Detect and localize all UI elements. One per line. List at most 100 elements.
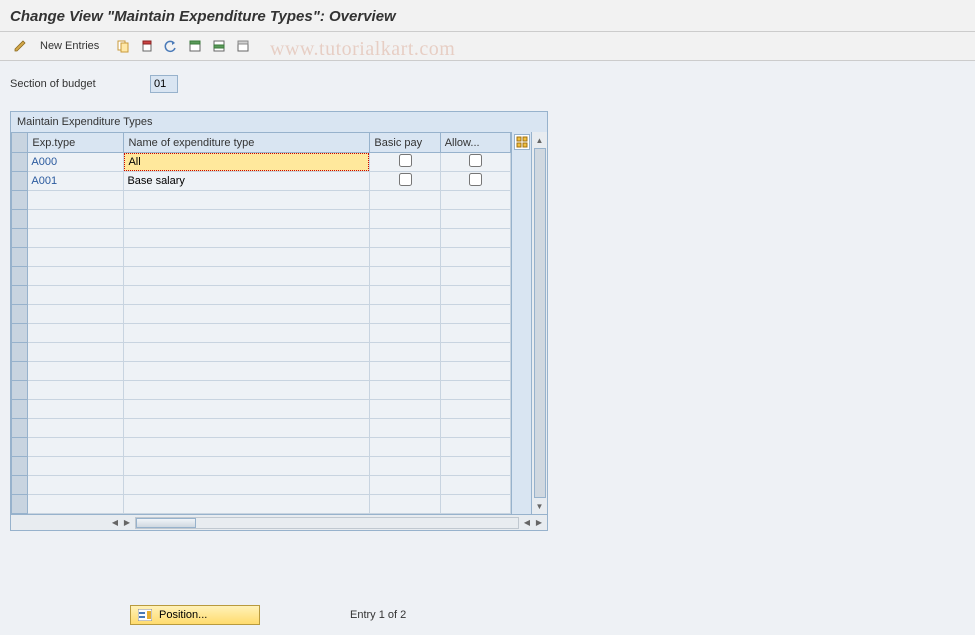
cell-empty[interactable] (28, 343, 124, 362)
cell-empty[interactable] (28, 495, 124, 514)
cell-empty[interactable] (440, 495, 510, 514)
cell-empty[interactable] (124, 191, 370, 210)
cell-empty[interactable] (440, 419, 510, 438)
cell-empty[interactable] (28, 229, 124, 248)
cell-empty[interactable] (370, 191, 440, 210)
hscroll-track[interactable] (135, 517, 519, 529)
cell-empty[interactable] (124, 438, 370, 457)
cell-empty[interactable] (124, 362, 370, 381)
column-header-allow[interactable]: Allow... (440, 133, 510, 153)
cell-empty[interactable] (124, 495, 370, 514)
row-selector[interactable] (12, 324, 28, 343)
basicpay-checkbox[interactable] (399, 173, 412, 186)
cell-empty[interactable] (370, 210, 440, 229)
cell-empty[interactable] (440, 191, 510, 210)
section-of-budget-input[interactable] (150, 75, 178, 93)
row-selector[interactable] (12, 438, 28, 457)
scroll-right-inner-icon[interactable]: ▶ (121, 517, 133, 529)
cell-empty[interactable] (440, 229, 510, 248)
cell-empty[interactable] (124, 248, 370, 267)
cell-empty[interactable] (124, 229, 370, 248)
row-selector[interactable] (12, 229, 28, 248)
cell-allow[interactable] (440, 172, 510, 191)
cell-empty[interactable] (124, 343, 370, 362)
cell-empty[interactable] (124, 305, 370, 324)
cell-empty[interactable] (124, 210, 370, 229)
row-selector[interactable] (12, 267, 28, 286)
row-selector[interactable] (12, 153, 28, 172)
cell-empty[interactable] (370, 324, 440, 343)
cell-empty[interactable] (370, 305, 440, 324)
cell-empty[interactable] (124, 286, 370, 305)
new-entries-button[interactable]: New Entries (34, 38, 105, 54)
scroll-right-icon[interactable]: ▶ (533, 517, 545, 529)
row-selector[interactable] (12, 248, 28, 267)
cell-empty[interactable] (370, 419, 440, 438)
cell-empty[interactable] (370, 286, 440, 305)
allow-checkbox[interactable] (469, 154, 482, 167)
row-selector[interactable] (12, 419, 28, 438)
cell-empty[interactable] (124, 476, 370, 495)
row-selector[interactable] (12, 191, 28, 210)
row-selector[interactable] (12, 172, 28, 191)
select-block-icon[interactable] (209, 36, 229, 56)
cell-exptype[interactable]: A001 (28, 172, 124, 191)
cell-empty[interactable] (370, 362, 440, 381)
scroll-down-icon[interactable]: ▼ (534, 500, 546, 512)
cell-empty[interactable] (370, 438, 440, 457)
cell-name[interactable] (124, 153, 370, 172)
cell-empty[interactable] (440, 362, 510, 381)
cell-empty[interactable] (370, 343, 440, 362)
row-selector[interactable] (12, 362, 28, 381)
deselect-all-icon[interactable] (233, 36, 253, 56)
column-header-name[interactable]: Name of expenditure type (124, 133, 370, 153)
scroll-thumb[interactable] (534, 148, 546, 498)
select-all-icon[interactable] (185, 36, 205, 56)
cell-empty[interactable] (124, 419, 370, 438)
cell-empty[interactable] (370, 457, 440, 476)
cell-empty[interactable] (28, 400, 124, 419)
column-header-basicpay[interactable]: Basic pay (370, 133, 440, 153)
hscroll-thumb[interactable] (136, 518, 196, 528)
cell-empty[interactable] (124, 457, 370, 476)
cell-empty[interactable] (370, 229, 440, 248)
cell-empty[interactable] (440, 305, 510, 324)
allow-checkbox[interactable] (469, 173, 482, 186)
copy-as-icon[interactable] (113, 36, 133, 56)
toggle-display-change-icon[interactable] (10, 36, 30, 56)
cell-empty[interactable] (28, 362, 124, 381)
cell-empty[interactable] (28, 248, 124, 267)
name-input[interactable] (124, 153, 369, 171)
cell-empty[interactable] (28, 267, 124, 286)
cell-empty[interactable] (28, 438, 124, 457)
cell-empty[interactable] (28, 476, 124, 495)
row-selector[interactable] (12, 343, 28, 362)
cell-empty[interactable] (28, 210, 124, 229)
cell-basicpay[interactable] (370, 172, 440, 191)
cell-empty[interactable] (124, 400, 370, 419)
cell-empty[interactable] (370, 381, 440, 400)
basicpay-checkbox[interactable] (399, 154, 412, 167)
cell-name[interactable] (124, 172, 370, 191)
cell-empty[interactable] (440, 476, 510, 495)
undo-change-icon[interactable] (161, 36, 181, 56)
cell-empty[interactable] (124, 267, 370, 286)
cell-empty[interactable] (370, 400, 440, 419)
vertical-scrollbar[interactable]: ▲ ▼ (531, 132, 547, 514)
row-selector[interactable] (12, 476, 28, 495)
row-selector[interactable] (12, 381, 28, 400)
cell-empty[interactable] (440, 457, 510, 476)
cell-empty[interactable] (124, 381, 370, 400)
row-selector[interactable] (12, 305, 28, 324)
position-button[interactable]: Position... (130, 605, 260, 625)
cell-empty[interactable] (440, 267, 510, 286)
row-selector-header[interactable] (12, 133, 28, 153)
cell-empty[interactable] (28, 305, 124, 324)
row-selector[interactable] (12, 400, 28, 419)
horizontal-scrollbar[interactable]: ◀ ▶ ◀ ▶ (11, 514, 547, 530)
row-selector[interactable] (12, 457, 28, 476)
cell-empty[interactable] (124, 324, 370, 343)
cell-empty[interactable] (440, 324, 510, 343)
cell-exptype[interactable]: A000 (28, 153, 124, 172)
cell-empty[interactable] (370, 267, 440, 286)
